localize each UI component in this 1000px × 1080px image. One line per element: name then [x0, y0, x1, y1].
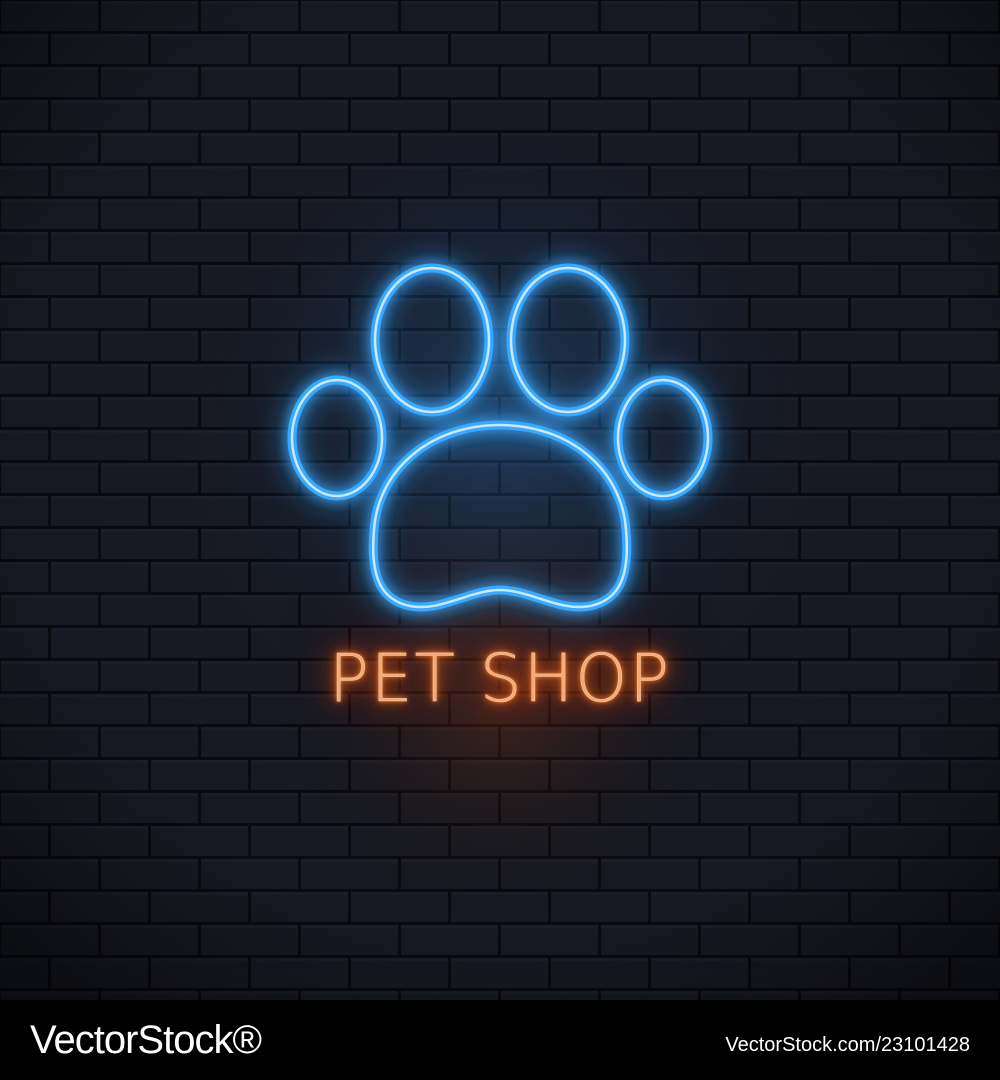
brick-wall-background [0, 0, 1000, 1000]
neon-sign-image: PET SHOP VectorStock® VectorStock.com/23… [0, 0, 1000, 1080]
watermark-footer: VectorStock® VectorStock.com/23101428 [0, 1000, 1000, 1080]
image-stock-id: VectorStock.com/23101428 [725, 1034, 970, 1056]
vectorstock-logo: VectorStock® [30, 1018, 262, 1062]
neon-sign-text: PET SHOP [328, 640, 672, 718]
